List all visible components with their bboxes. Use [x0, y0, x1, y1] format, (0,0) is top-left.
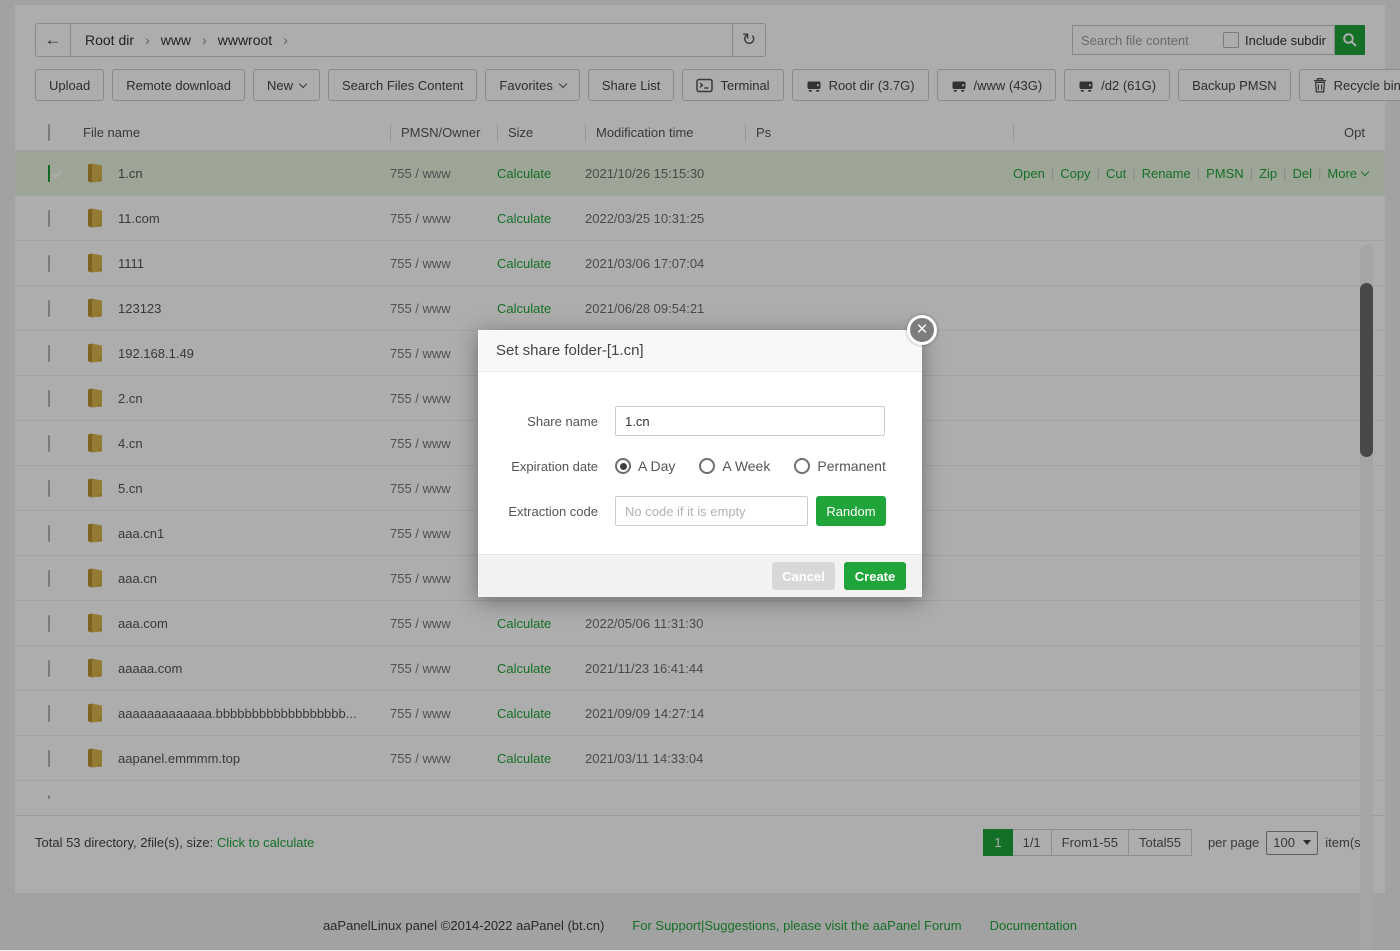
radio-a-day[interactable]: A Day [615, 458, 675, 474]
expiration-date-label: Expiration date [478, 459, 598, 474]
share-name-label: Share name [478, 414, 598, 429]
expiration-options: A Day A Week Permanent [615, 458, 886, 474]
radio-a-week[interactable]: A Week [699, 458, 770, 474]
close-icon[interactable] [907, 315, 937, 345]
radio-icon [794, 458, 810, 474]
radio-icon [699, 458, 715, 474]
radio-selected-icon [615, 458, 631, 474]
share-folder-modal: Set share folder-[1.cn] Share name Expir… [478, 330, 922, 597]
extraction-code-input[interactable] [615, 496, 808, 526]
share-name-input[interactable] [615, 406, 885, 436]
random-button[interactable]: Random [816, 496, 886, 526]
modal-footer: Cancel Create [478, 554, 922, 597]
modal-title: Set share folder-[1.cn] [478, 330, 922, 372]
cancel-button[interactable]: Cancel [772, 562, 835, 590]
extraction-code-label: Extraction code [478, 504, 598, 519]
create-button[interactable]: Create [844, 562, 906, 590]
radio-permanent[interactable]: Permanent [794, 458, 885, 474]
modal-body: Share name Expiration date A Day A Week … [478, 372, 922, 554]
